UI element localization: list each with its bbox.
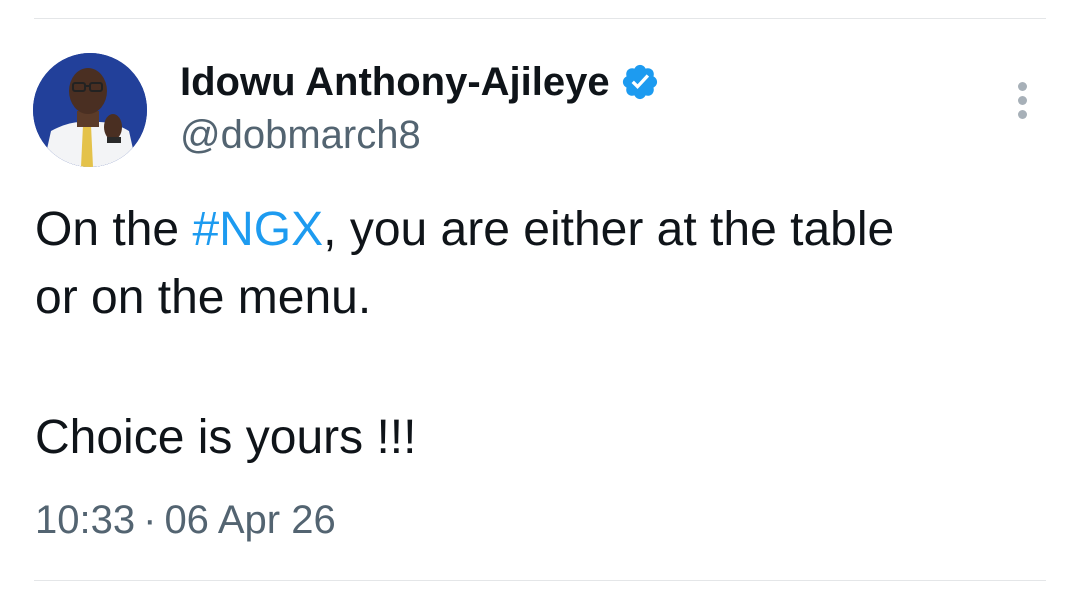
tweet-line-3: Choice is yours !!! [35, 411, 417, 464]
author-display-name[interactable]: Idowu Anthony-Ajileye [180, 56, 610, 108]
tweet-date[interactable]: 06 Apr 26 [164, 498, 335, 542]
tweet-line-1: On the #NGX, you are either at the table [35, 196, 1045, 264]
hashtag-link[interactable]: #NGX [192, 203, 323, 256]
tweet-line-2: or on the menu. [35, 271, 372, 324]
verified-badge-icon[interactable] [620, 62, 660, 102]
timestamp-separator: · [143, 498, 157, 542]
tweet-time[interactable]: 10:33 [35, 498, 135, 542]
bottom-divider [34, 580, 1046, 581]
avatar[interactable] [33, 53, 147, 167]
author-handle[interactable]: @dobmarch8 [180, 110, 421, 160]
tweet-text-after-hashtag: , you are either at the table [323, 203, 895, 256]
tweet-timestamp[interactable]: 10:33 · 06 Apr 26 [35, 494, 336, 546]
author-name-row[interactable]: Idowu Anthony-Ajileye [180, 56, 660, 108]
tweet-text-before-hashtag: On the [35, 203, 193, 256]
top-divider [34, 18, 1046, 19]
more-options-icon[interactable] [1008, 80, 1038, 120]
tweet-text: On the #NGX, you are either at the table… [35, 196, 1045, 472]
